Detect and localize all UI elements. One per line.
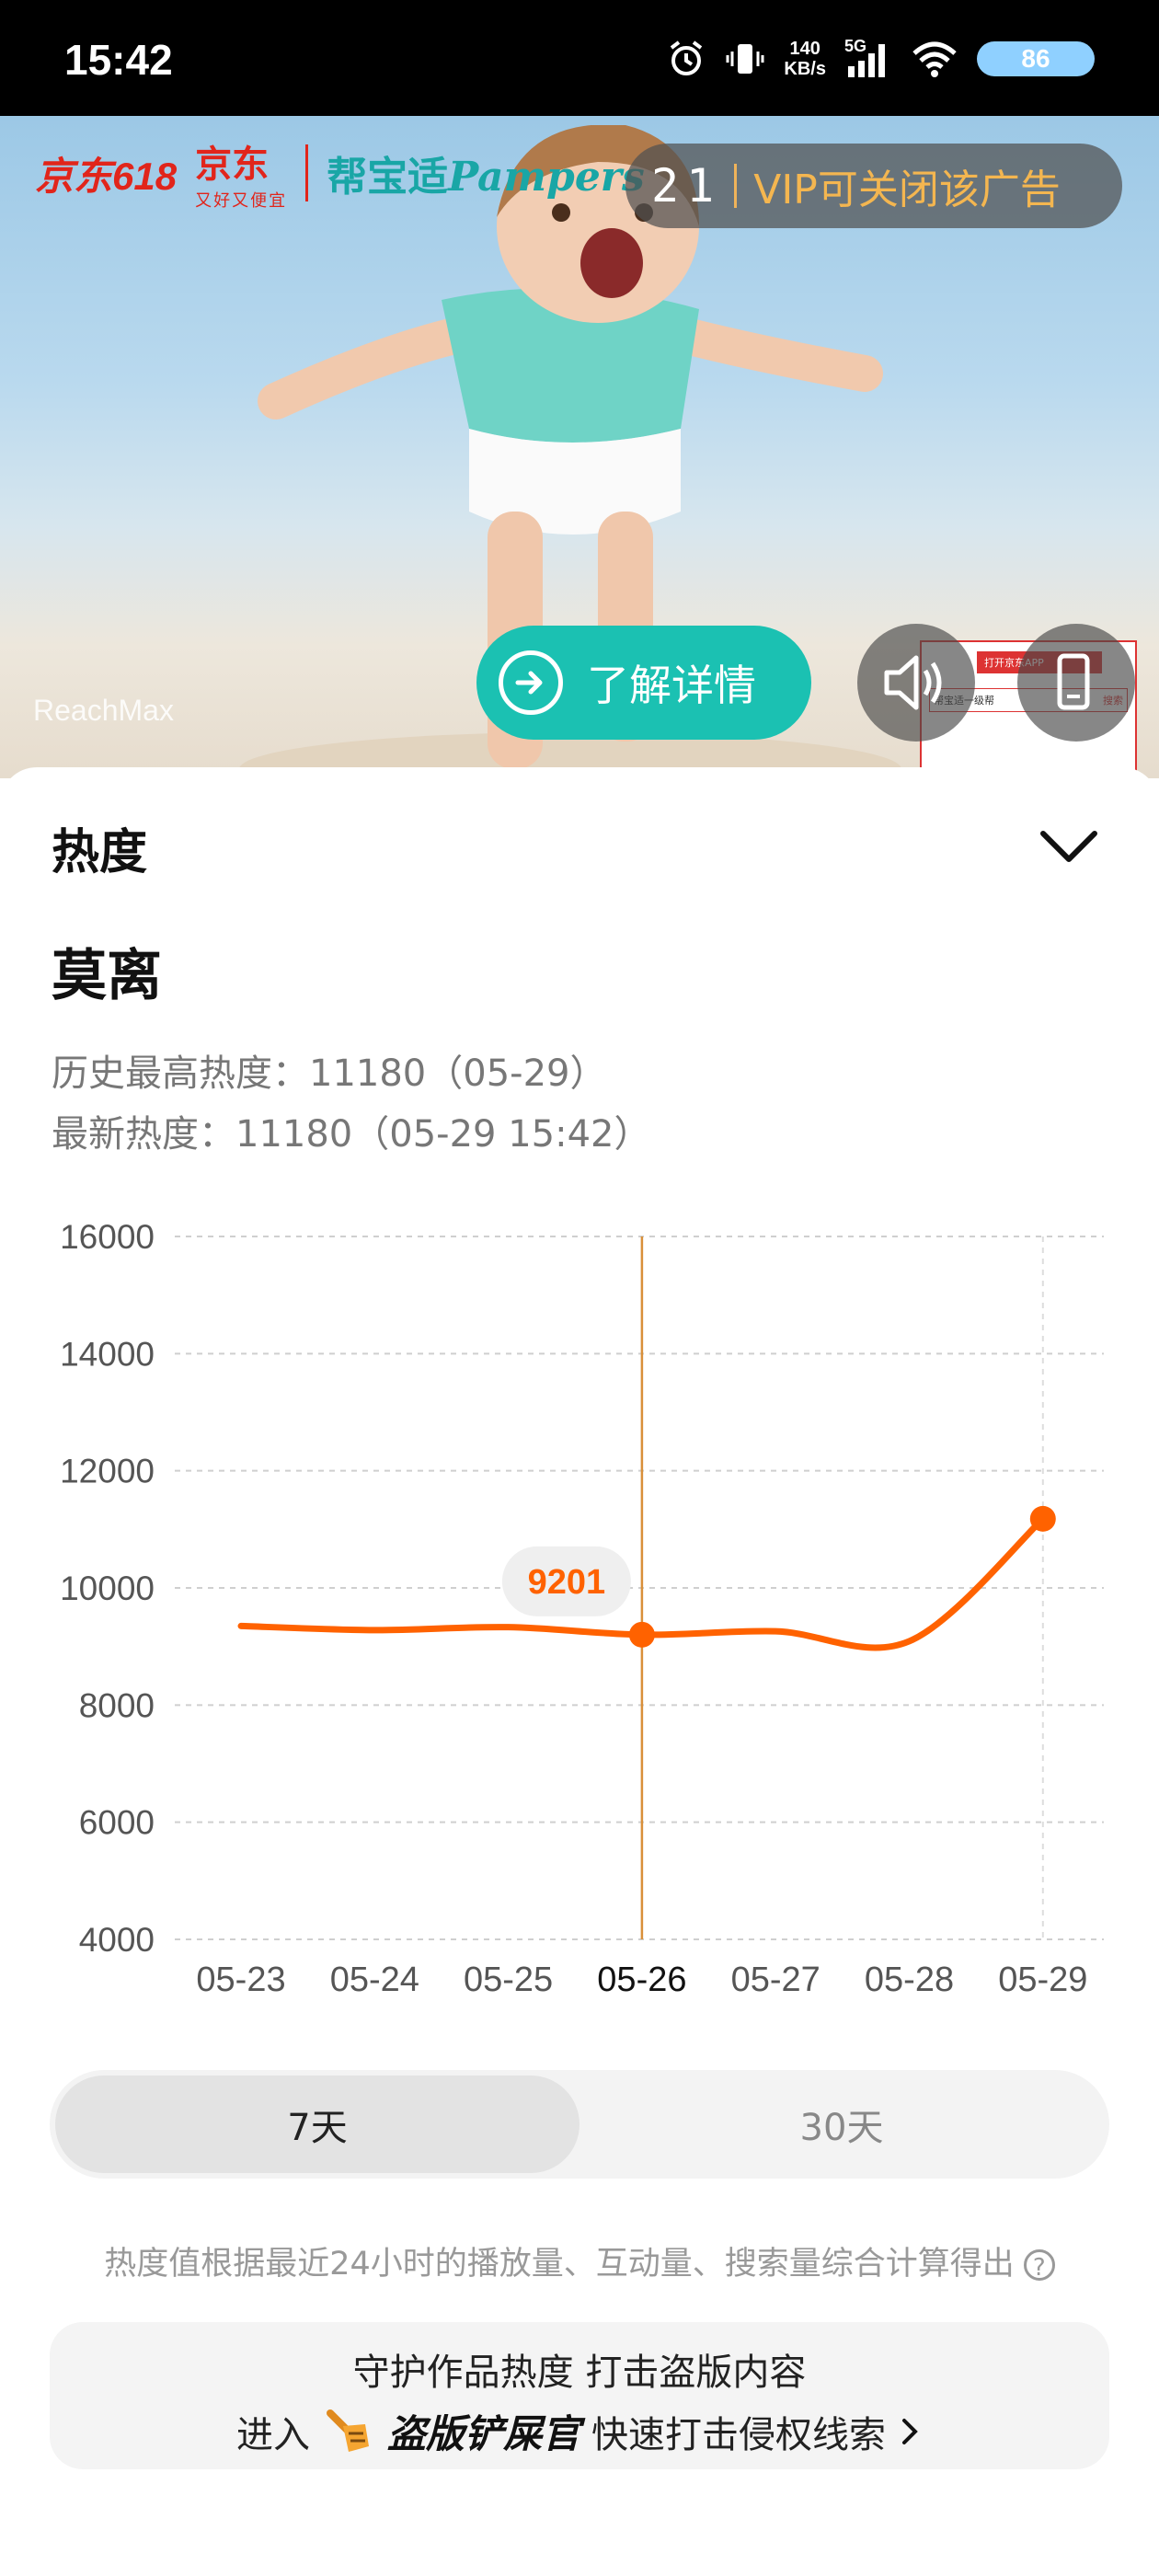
y-tick-label: 8000	[79, 1686, 155, 1724]
clock: 15:42	[64, 36, 173, 84]
x-tick-label: 05-28	[865, 1961, 954, 1999]
ad-banner[interactable]: 京东618 京东 又好又便宜 帮宝适Pampers 21 VIP可关闭该广告 了…	[0, 116, 1159, 778]
ad-brand-bar: 京东618 京东 又好又便宜 帮宝适Pampers	[35, 134, 645, 212]
countdown-divider	[734, 164, 738, 208]
ad-countdown: 21	[651, 159, 722, 213]
learn-more-button[interactable]: 了解详情	[476, 626, 811, 740]
collapse-button[interactable]	[1036, 822, 1102, 874]
help-icon[interactable]: ?	[1023, 2249, 1055, 2282]
y-tick-label: 16000	[60, 1218, 155, 1256]
heat-line-chart[interactable]: 16000 14000 12000 10000 8000 6000 4000 9201 05-2…	[0, 1200, 1159, 2028]
vibrate-icon	[726, 44, 764, 74]
anti-piracy-banner[interactable]: 守护作品热度 打击盗版内容 进入 盗版铲屎官 快速打击侵权线索	[50, 2322, 1109, 2469]
y-tick-label: 4000	[79, 1921, 155, 1959]
heat-explanation: 热度值根据最近24小时的播放量、互动量、搜索量综合计算得出?	[0, 2237, 1159, 2284]
promo-entry: 进入 盗版铲屎官 快速打击侵权线索	[50, 2403, 1109, 2459]
alarm-icon	[671, 40, 703, 75]
y-tick-label: 12000	[60, 1453, 155, 1490]
selected-point	[628, 1621, 655, 1648]
learn-more-label: 了解详情	[587, 661, 756, 710]
chevron-right-icon	[902, 2418, 918, 2444]
x-tick-label: 05-24	[330, 1961, 419, 1999]
x-tick-label: 05-25	[464, 1961, 553, 1999]
sheet-title: 热度	[52, 825, 148, 880]
x-tick-label: 05-29	[998, 1961, 1087, 1999]
speaker-icon	[884, 655, 942, 710]
x-tick-label: 05-27	[731, 1961, 820, 1999]
vip-close-ad-button[interactable]: 21 VIP可关闭该广告	[625, 144, 1122, 228]
chevron-down-icon	[1040, 831, 1097, 862]
vip-close-label: VIP可关闭该广告	[753, 167, 1061, 213]
wifi-icon	[912, 41, 957, 77]
latest-point	[1029, 1505, 1056, 1532]
ad-watermark: ReachMax	[33, 694, 174, 727]
status-icons: 140 KB/s 5G 86	[666, 33, 1095, 85]
work-title: 莫离	[52, 944, 162, 1008]
heat-sheet: 热度 莫离 历史最高热度：11180（05-29） 最新热度：11180（05-…	[0, 767, 1159, 2576]
status-bar: 15:42 140 KB/s 5G 86	[0, 0, 1159, 116]
pampers-logo: 帮宝适Pampers	[327, 154, 645, 201]
net-speed: 140 KB/s	[784, 39, 826, 79]
y-tick-label: 14000	[60, 1335, 155, 1373]
battery-indicator: 86	[977, 41, 1095, 76]
tab-7-days[interactable]: 7天	[55, 2076, 580, 2173]
jd618-logo: 京东618	[35, 154, 178, 198]
brand-divider	[305, 144, 309, 201]
shovel-icon	[326, 2409, 369, 2452]
x-tick-label: 05-26	[597, 1961, 686, 1999]
tab-30-days[interactable]: 30天	[580, 2076, 1104, 2173]
y-tick-label: 10000	[60, 1570, 155, 1607]
arrow-right-icon	[499, 650, 563, 715]
phone-rotate-icon	[1057, 653, 1090, 710]
mute-button[interactable]	[857, 624, 975, 742]
history-max-heat: 历史最高热度：11180（05-29）	[52, 1052, 607, 1095]
rotate-screen-button[interactable]	[1017, 624, 1135, 742]
range-tabs: 7天 30天	[50, 2070, 1109, 2179]
signal-icon: 5G	[844, 37, 892, 79]
y-tick-label: 6000	[79, 1804, 155, 1842]
tooltip-value: 9201	[528, 1563, 606, 1602]
jd-logo: 京东 又好又便宜	[195, 144, 288, 211]
x-tick-label: 05-23	[196, 1961, 285, 1999]
promo-headline: 守护作品热度 打击盗版内容	[352, 2352, 807, 2394]
latest-heat: 最新热度：11180（05-29 15:42）	[52, 1113, 651, 1156]
